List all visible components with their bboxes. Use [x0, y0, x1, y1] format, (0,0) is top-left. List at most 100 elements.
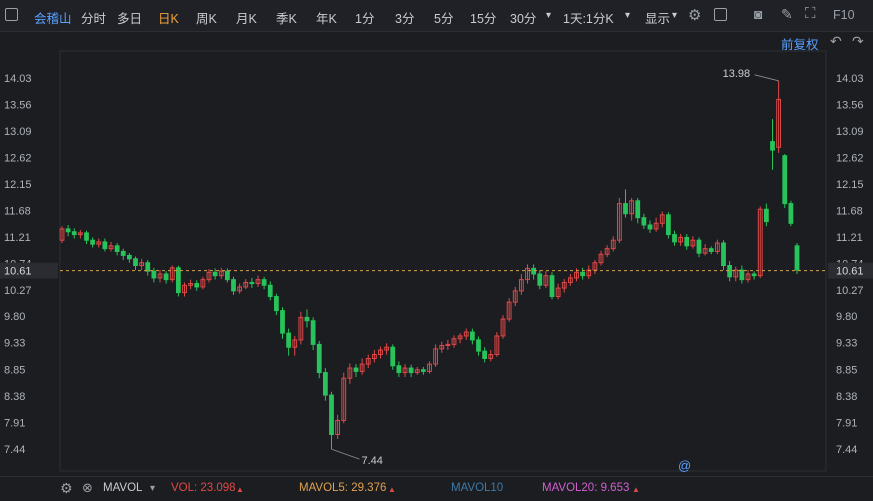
- mavol10-label: MAVOL10: [451, 482, 504, 494]
- up-arrow-icon: ▲: [632, 485, 640, 494]
- chevron-down-icon[interactable]: ▾: [672, 10, 677, 21]
- high-label: 13.98: [723, 68, 751, 80]
- y-tick-label-left: 9.33: [4, 338, 25, 350]
- period-select[interactable]: 1天:1分K: [563, 8, 614, 27]
- candle-body: [267, 284, 273, 298]
- close-icon[interactable]: ⊗: [82, 480, 93, 496]
- candle-body: [65, 228, 71, 233]
- candle-body: [665, 214, 671, 236]
- y-tick-label-left: 13.09: [4, 126, 32, 138]
- tab-weekly-k[interactable]: 周K: [196, 8, 217, 27]
- candle-body: [721, 242, 726, 267]
- tab-15min[interactable]: 15分: [470, 8, 496, 27]
- candle-body: [469, 331, 475, 341]
- tab-monthly-k[interactable]: 月K: [236, 8, 257, 27]
- candle-body: [684, 236, 690, 247]
- current-price-label-right: 10.61: [836, 266, 864, 278]
- candle-body: [120, 250, 126, 256]
- chevron-down-icon[interactable]: ▾: [150, 483, 155, 494]
- tab-fenshi[interactable]: 分时: [81, 8, 106, 27]
- candle-body: [126, 254, 132, 260]
- tab-daily-k[interactable]: 日K: [158, 8, 179, 27]
- gear-icon[interactable]: ⚙: [60, 480, 73, 497]
- y-tick-label-right: 7.44: [836, 444, 857, 456]
- status-bar: ⚙ ⊗ MAVOL ▾ VOL: 23.098 ▲ MAVOL5: 29.376…: [0, 476, 873, 501]
- camera-icon[interactable]: ◙: [754, 6, 762, 22]
- tab-duori[interactable]: 多日: [117, 8, 142, 27]
- y-tick-label-left: 11.21: [4, 232, 31, 244]
- candle-body: [531, 267, 537, 275]
- y-tick-label-left: 10.27: [4, 285, 32, 297]
- up-arrow-icon: ▲: [388, 485, 396, 494]
- up-arrow-icon: ▲: [236, 485, 244, 494]
- candle-body: [249, 281, 255, 285]
- current-price-label-left: 10.61: [4, 266, 32, 278]
- candle-body: [641, 217, 647, 226]
- tab-30min[interactable]: 30分: [510, 8, 536, 27]
- candle-body: [408, 367, 414, 374]
- candle-body: [623, 203, 628, 215]
- candle-body: [751, 273, 757, 277]
- y-tick-label-left: 12.62: [4, 152, 32, 164]
- tab-3min[interactable]: 3分: [395, 8, 414, 27]
- y-tick-label-left: 12.15: [4, 179, 32, 191]
- display-menu[interactable]: 显示: [645, 8, 670, 27]
- candle-body: [647, 224, 653, 230]
- mavol5-label: MAVOL5: 29.376: [299, 482, 387, 494]
- candle-body: [739, 269, 745, 281]
- candle-body: [322, 372, 328, 396]
- candle-body: [90, 239, 96, 245]
- y-tick-label-right: 13.56: [836, 99, 864, 111]
- y-tick-label-right: 7.91: [836, 418, 857, 430]
- y-tick-label-left: 7.44: [4, 444, 25, 456]
- candle-body: [304, 316, 310, 322]
- candle-body: [286, 332, 292, 348]
- y-tick-label-right: 13.09: [836, 126, 864, 138]
- candle-body: [396, 365, 402, 374]
- candle-body: [696, 239, 702, 254]
- checkbox-icon[interactable]: [714, 8, 727, 21]
- y-tick-label-right: 10.27: [836, 285, 864, 297]
- y-tick-label-left: 7.91: [4, 418, 25, 430]
- tab-1min[interactable]: 1分: [355, 8, 374, 27]
- candle-body: [151, 270, 157, 279]
- candle-body: [212, 271, 218, 277]
- candle-body: [133, 258, 138, 267]
- chevron-down-icon[interactable]: ▾: [546, 10, 551, 21]
- fullscreen-icon[interactable]: ⛶: [805, 5, 816, 22]
- tab-quarterly-k[interactable]: 季K: [276, 8, 297, 27]
- candle-body: [84, 232, 89, 241]
- candle-body: [580, 271, 586, 277]
- candle-body: [727, 265, 733, 278]
- f10-button[interactable]: F10: [833, 8, 855, 22]
- candle-body: [708, 248, 714, 252]
- gear-icon[interactable]: ⚙: [688, 6, 701, 24]
- y-tick-label-left: 13.56: [4, 99, 32, 111]
- candle-body: [71, 231, 77, 236]
- chevron-down-icon[interactable]: ▾: [625, 10, 630, 21]
- high-marker-line: [754, 74, 779, 82]
- candle-body: [231, 279, 236, 292]
- low-label: 7.44: [362, 455, 383, 467]
- stock-name[interactable]: 会稽山: [34, 8, 72, 27]
- candle-body: [770, 141, 775, 151]
- candle-body: [145, 262, 151, 272]
- y-tick-label-right: 11.68: [836, 205, 863, 217]
- candle-body: [672, 234, 677, 243]
- candle-body: [763, 208, 769, 223]
- event-marker-icon: @: [678, 458, 691, 473]
- candle-body: [794, 245, 800, 271]
- candle-body: [782, 155, 788, 205]
- tab-5min[interactable]: 5分: [434, 8, 453, 27]
- tab-yearly-k[interactable]: 年K: [316, 8, 337, 27]
- candle-body: [194, 283, 200, 288]
- candle-body: [549, 275, 555, 298]
- sidebar-toggle-icon[interactable]: [5, 8, 18, 21]
- pencil-icon[interactable]: ✎: [781, 6, 793, 23]
- y-tick-label-right: 9.33: [836, 338, 857, 350]
- candle-body: [788, 203, 794, 224]
- indicator-name[interactable]: MAVOL: [103, 482, 142, 494]
- y-tick-label-right: 11.21: [836, 232, 863, 244]
- candle-body: [420, 369, 426, 372]
- y-tick-label-left: 9.80: [4, 311, 25, 323]
